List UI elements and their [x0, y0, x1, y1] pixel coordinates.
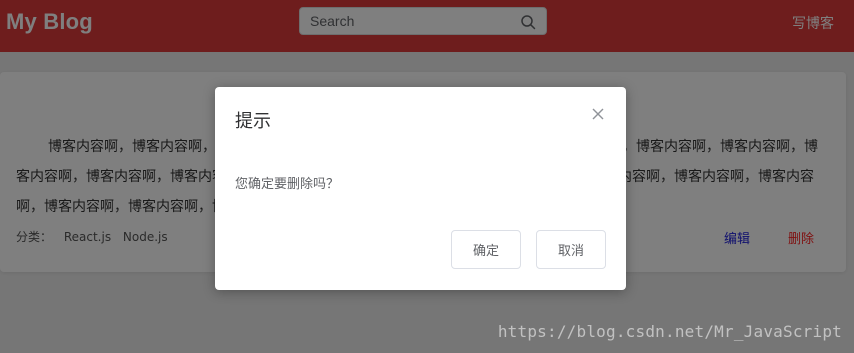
confirm-button[interactable]: 确定: [451, 230, 521, 269]
confirm-dialog: 提示 您确定要删除吗？ 确定 取消: [215, 87, 626, 290]
dialog-title: 提示: [235, 111, 271, 132]
dialog-message: 您确定要删除吗？: [235, 177, 340, 192]
watermark-url: https://blog.csdn.net/Mr_JavaScript: [497, 322, 842, 341]
close-icon[interactable]: [591, 107, 605, 121]
cancel-button[interactable]: 取消: [536, 230, 606, 269]
